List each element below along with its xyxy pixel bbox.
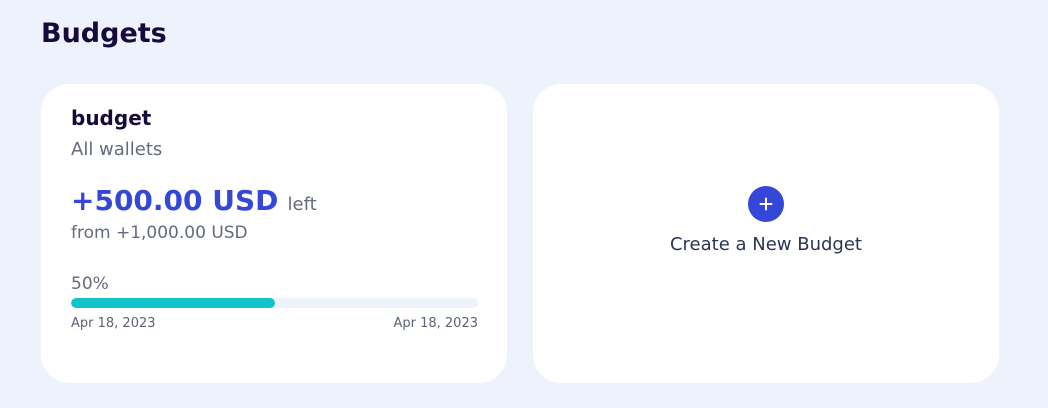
budget-remaining: +500.00 USD left — [71, 183, 317, 219]
budget-progress-bar — [71, 298, 478, 308]
budget-card[interactable]: budget All wallets +500.00 USD left from… — [41, 84, 507, 383]
create-budget-label: Create a New Budget — [669, 234, 862, 255]
create-budget-button[interactable]: Create a New Budget — [533, 84, 999, 383]
budget-start-date: Apr 18, 2023 — [71, 316, 156, 331]
page-title: Budgets — [41, 18, 167, 49]
create-budget-content: Create a New Budget — [533, 186, 999, 257]
budget-total: from +1,000.00 USD — [71, 223, 248, 243]
budget-wallets: All wallets — [71, 139, 163, 160]
budget-progress-fill — [71, 298, 275, 308]
budget-end-date: Apr 18, 2023 — [393, 316, 478, 331]
plus-icon[interactable] — [748, 186, 784, 222]
budget-remaining-amount: +500.00 USD — [71, 184, 279, 217]
budget-progress-percent: 50% — [71, 274, 109, 294]
budget-remaining-suffix: left — [287, 194, 317, 215]
budget-name: budget — [71, 106, 152, 130]
